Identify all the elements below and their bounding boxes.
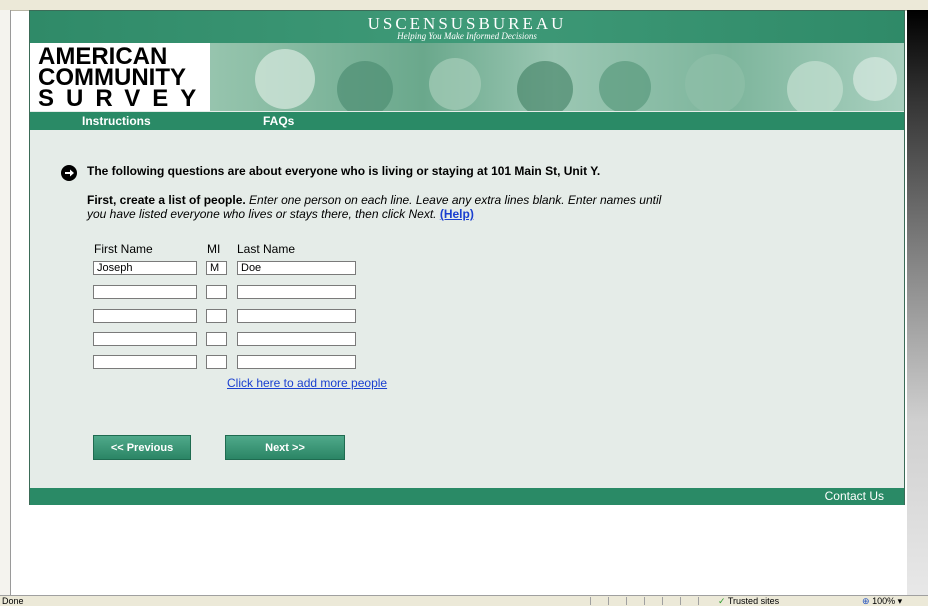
- browser-left-edge: [0, 10, 11, 595]
- logo-text-survey: SURVEY: [38, 85, 209, 111]
- mi-input-4[interactable]: [206, 332, 227, 346]
- help-link[interactable]: (Help): [440, 207, 474, 221]
- nav-instructions[interactable]: Instructions: [82, 114, 151, 128]
- status-panes: [590, 597, 716, 607]
- banner-photo-collage: [255, 49, 897, 111]
- first-name-header: First Name: [94, 242, 153, 256]
- nav-bar: Instructions FAQs: [30, 112, 904, 130]
- footer-bar: Contact Us: [30, 488, 904, 505]
- mi-input-5[interactable]: [206, 355, 227, 369]
- page-blank-area: [11, 507, 907, 595]
- next-button[interactable]: Next >>: [225, 435, 345, 460]
- last-name-input-5[interactable]: [237, 355, 356, 369]
- first-name-input-2[interactable]: [93, 285, 197, 299]
- question-heading: The following questions are about everyo…: [87, 164, 601, 178]
- mi-header: MI: [207, 242, 221, 256]
- page-right-shade: [907, 10, 928, 595]
- browser-status-bar: Done ✓ Trusted sites ⊕ 100% ▾: [0, 595, 928, 606]
- first-name-input-5[interactable]: [93, 355, 197, 369]
- survey-frame: USCENSUSBUREAU Helping You Make Informed…: [29, 10, 905, 505]
- last-name-input-3[interactable]: [237, 309, 356, 323]
- first-name-input-4[interactable]: [93, 332, 197, 346]
- previous-button[interactable]: << Previous: [93, 435, 191, 460]
- instruction-bold: First, create a list of people.: [87, 193, 246, 207]
- mi-input-3[interactable]: [206, 309, 227, 323]
- nav-faqs[interactable]: FAQs: [263, 114, 294, 128]
- first-name-input-1[interactable]: [93, 261, 197, 275]
- question-instructions: First, create a list of people. Enter on…: [87, 193, 677, 221]
- last-name-input-1[interactable]: [237, 261, 356, 275]
- header-banner: USCENSUSBUREAU Helping You Make Informed…: [30, 11, 904, 111]
- contact-us-link[interactable]: Contact Us: [825, 489, 884, 503]
- add-more-people-link[interactable]: Click here to add more people: [227, 376, 387, 390]
- last-name-input-2[interactable]: [237, 285, 356, 299]
- arrow-right-icon: [61, 165, 77, 181]
- last-name-header: Last Name: [237, 242, 296, 256]
- first-name-input-3[interactable]: [93, 309, 197, 323]
- mi-input-2[interactable]: [206, 285, 227, 299]
- last-name-input-4[interactable]: [237, 332, 356, 346]
- mi-input-1[interactable]: [206, 261, 227, 275]
